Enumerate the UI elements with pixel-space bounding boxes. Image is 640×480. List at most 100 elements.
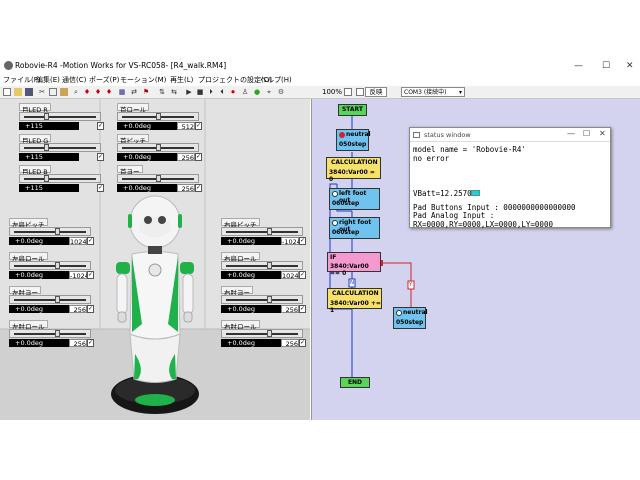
slider-knob[interactable] — [54, 262, 60, 269]
end-node[interactable]: END — [340, 377, 370, 388]
joint-checkbox[interactable]: ✓ — [97, 153, 104, 161]
reflect-button[interactable]: 反映 — [365, 87, 387, 97]
cut-icon[interactable]: ✂ — [38, 88, 46, 96]
joint-checkbox[interactable]: ✓ — [195, 122, 202, 130]
menu-pose[interactable]: ポーズ(P) — [89, 75, 119, 85]
slider-knob[interactable] — [156, 113, 161, 120]
step-forward-icon[interactable]: ⏵ — [207, 88, 215, 96]
joint-slider[interactable]: 目LED R +115 ✓ — [17, 103, 104, 136]
search-icon[interactable]: ⌕ — [72, 88, 80, 96]
port-select[interactable]: COM3 (接続中) ▾ — [401, 87, 465, 97]
joint-slider[interactable]: 左肩ロール +0.0deg -1024 ✓ — [7, 252, 94, 285]
slider-knob[interactable] — [266, 330, 272, 337]
zoom-out-icon[interactable] — [344, 88, 352, 96]
joint-slider[interactable]: 右肩ピッチ +0.0deg -1024 ✓ — [219, 218, 306, 251]
joint-slider[interactable]: 左肘ヨー +0.0deg 256 ✓ — [7, 286, 94, 319]
slider-track[interactable] — [221, 295, 303, 304]
play-icon[interactable]: ▶ — [185, 88, 193, 96]
maximize-button[interactable]: ☐ — [602, 61, 610, 71]
right-foot-out-node[interactable]: right foot out 060step — [329, 217, 380, 239]
joint-slider[interactable]: 首ロール +0.0deg 512 ✓ — [115, 103, 202, 136]
slider-knob[interactable] — [156, 144, 161, 151]
new-file-icon[interactable] — [3, 88, 11, 96]
joint-slider[interactable]: 目LED B +115 ✓ — [17, 165, 104, 198]
swap-icon[interactable]: ⇆ — [170, 88, 178, 96]
joint-checkbox[interactable]: ✓ — [87, 271, 94, 279]
slider-knob[interactable] — [156, 175, 161, 182]
joint-slider[interactable]: 首ヨー +0.0deg 256 ✓ — [115, 165, 202, 198]
menu-comm[interactable]: 通信(C) — [62, 75, 86, 85]
joint-checkbox[interactable]: ✓ — [299, 305, 306, 313]
save-icon[interactable] — [25, 88, 33, 96]
read-pose-icon[interactable]: ♦ — [83, 88, 91, 96]
neutral-node-2[interactable]: neutral 050step — [393, 307, 428, 329]
record-icon[interactable]: ⏺ — [229, 88, 237, 96]
neutral-node[interactable]: neutral 050step — [336, 129, 371, 151]
joint-checkbox[interactable]: ✓ — [195, 184, 202, 192]
slider-track[interactable] — [9, 227, 91, 236]
flag-icon[interactable]: ⚑ — [142, 88, 150, 96]
status-window-titlebar[interactable]: status window — ☐ ✕ — [410, 128, 610, 142]
menu-edit[interactable]: 編集(E) — [36, 75, 60, 85]
menu-play[interactable]: 再生(L) — [170, 75, 193, 85]
menu-file[interactable]: ファイル(F) — [3, 75, 41, 85]
copy-icon[interactable] — [49, 88, 57, 96]
zoom-level[interactable]: 100% — [322, 88, 342, 96]
joint-slider[interactable]: 左肩ピッチ +0.0deg 1024 ✓ — [7, 218, 94, 251]
joint-checkbox[interactable]: ✓ — [87, 305, 94, 313]
slider-track[interactable] — [9, 329, 91, 338]
slider-track[interactable] — [221, 329, 303, 338]
menu-motion[interactable]: モーション(M) — [120, 75, 166, 85]
slider-knob[interactable] — [54, 330, 60, 337]
calculation-node-2[interactable]: CALCULATION 3840:Var00 += 1 — [327, 288, 382, 314]
slider-knob[interactable] — [44, 144, 50, 151]
if-node[interactable]: IF 3840:Var00 == 0 — [327, 252, 381, 277]
slider-knob[interactable] — [54, 296, 60, 303]
calculation-node[interactable]: CALCULATION 3840:Var00 = 0 — [326, 157, 381, 183]
robot-icon[interactable]: ♙ — [241, 88, 249, 96]
stop-icon[interactable]: ■ — [196, 88, 204, 96]
slider-track[interactable] — [19, 112, 101, 121]
minimize-icon[interactable]: — — [567, 129, 575, 138]
slider-knob[interactable] — [266, 228, 272, 235]
slider-track[interactable] — [9, 295, 91, 304]
minimize-button[interactable]: — — [574, 61, 583, 71]
slider-track[interactable] — [117, 143, 199, 152]
close-button[interactable]: ✕ — [626, 61, 634, 71]
slider-knob[interactable] — [44, 175, 50, 182]
left-foot-out-node[interactable]: left foot out 060step — [329, 188, 380, 210]
close-icon[interactable]: ✕ — [599, 129, 606, 138]
joint-checkbox[interactable]: ✓ — [97, 122, 104, 130]
sync-icon[interactable]: ⇅ — [158, 88, 166, 96]
light-icon[interactable]: ● — [253, 88, 261, 96]
joint-slider[interactable]: 首ピッチ +0.0deg 256 ✓ — [115, 134, 202, 167]
grid-icon[interactable]: ▦ — [118, 88, 126, 96]
slider-knob[interactable] — [44, 113, 50, 120]
joint-checkbox[interactable]: ✓ — [299, 339, 306, 347]
joint-checkbox[interactable]: ✓ — [299, 271, 306, 279]
joint-checkbox[interactable]: ✓ — [97, 184, 104, 192]
slider-track[interactable] — [221, 261, 303, 270]
write-pose-icon[interactable]: ♦ — [94, 88, 102, 96]
settings-icon[interactable]: ⚙ — [277, 88, 285, 96]
paste-icon[interactable] — [60, 88, 68, 96]
step-back-icon[interactable]: ⏴ — [218, 88, 226, 96]
pin-icon[interactable]: ⌖ — [265, 88, 273, 96]
slider-track[interactable] — [19, 143, 101, 152]
slider-knob[interactable] — [266, 296, 272, 303]
slider-track[interactable] — [19, 174, 101, 183]
slider-track[interactable] — [221, 227, 303, 236]
joint-slider[interactable]: 目LED G +115 ✓ — [17, 134, 104, 167]
maximize-icon[interactable]: ☐ — [583, 129, 590, 138]
open-folder-icon[interactable] — [14, 88, 22, 96]
copy-pose-icon[interactable]: ♦ — [105, 88, 113, 96]
status-window[interactable]: status window — ☐ ✕ model name = 'Robovi… — [409, 127, 611, 229]
joint-slider[interactable]: 右肘ロール +0.0deg 256 ✓ — [219, 320, 306, 353]
slider-knob[interactable] — [54, 228, 60, 235]
joint-slider[interactable]: 右肘ヨー +0.0deg 256 ✓ — [219, 286, 306, 319]
joint-checkbox[interactable]: ✓ — [195, 153, 202, 161]
joint-slider[interactable]: 右肩ロール +0.0deg 1024 ✓ — [219, 252, 306, 285]
slider-track[interactable] — [117, 174, 199, 183]
slider-track[interactable] — [117, 112, 199, 121]
slider-track[interactable] — [9, 261, 91, 270]
